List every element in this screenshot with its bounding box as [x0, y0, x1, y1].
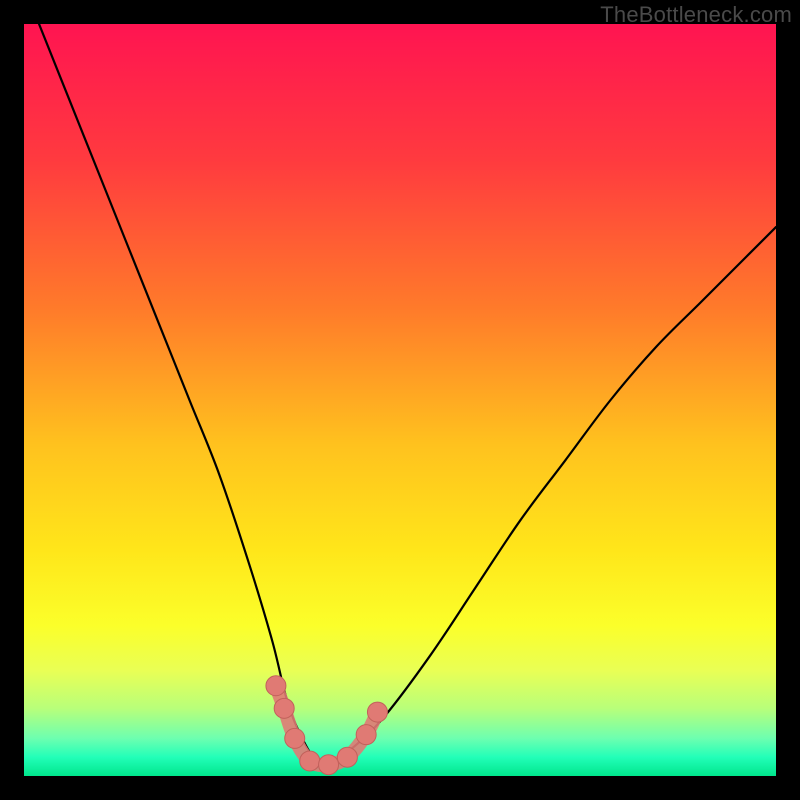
- data-marker: [356, 725, 376, 745]
- data-marker: [300, 751, 320, 771]
- plot-area: [24, 24, 776, 776]
- chart-frame: TheBottleneck.com: [0, 0, 800, 800]
- data-marker: [274, 698, 294, 718]
- data-marker: [266, 676, 286, 696]
- data-marker: [319, 755, 339, 775]
- data-marker: [285, 728, 305, 748]
- data-marker: [367, 702, 387, 722]
- data-marker: [337, 747, 357, 767]
- bottleneck-chart: [24, 24, 776, 776]
- gradient-background: [24, 24, 776, 776]
